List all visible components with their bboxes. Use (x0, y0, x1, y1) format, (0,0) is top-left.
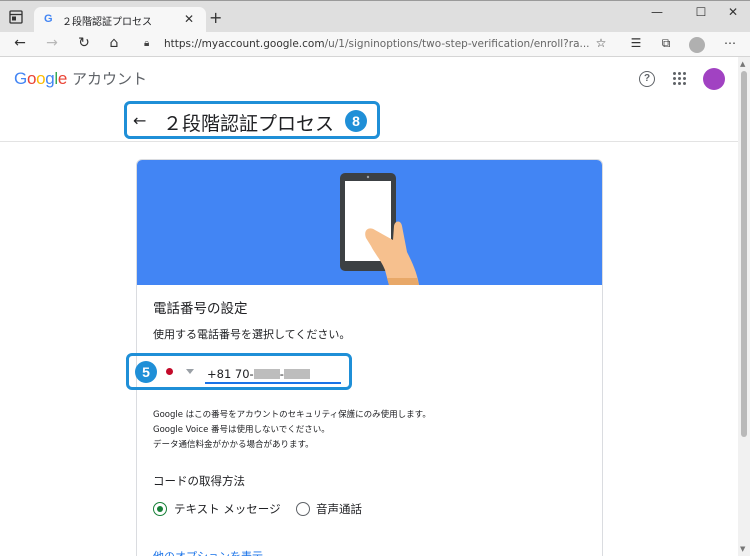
phone-notes: Google はこの番号をアカウントのセキュリティ保護にのみ使用します。 Goo… (153, 408, 431, 453)
more-icon[interactable]: ⋯ (721, 36, 739, 50)
page-content: Google アカウント ? ← ２段階認証プロセス 8 電話番号の設定 使用す… (0, 57, 738, 556)
masked-digits (253, 369, 280, 379)
hero-banner (137, 160, 602, 285)
favorites-add-icon[interactable]: ☆ (592, 36, 610, 50)
account-header: Google アカウント ? (0, 57, 738, 101)
home-icon[interactable]: ⌂ (105, 35, 123, 51)
title-bar: ← ２段階認証プロセス 8 (0, 101, 738, 142)
avatar[interactable] (703, 68, 725, 90)
scrollbar[interactable]: ▲ ▼ (738, 57, 750, 556)
phone-number-value[interactable]: +81 70- - (207, 367, 310, 381)
window-menu-icon[interactable] (9, 10, 23, 24)
note-line: データ通信料金がかかる場合があります。 (153, 440, 314, 450)
section-title: 電話番号の設定 (153, 301, 248, 317)
back-icon[interactable]: ← (11, 35, 29, 51)
forward-icon: → (46, 35, 58, 51)
instruction-text: 使用する電話番号を選択してください。 (153, 328, 351, 341)
scroll-thumb[interactable] (741, 71, 747, 437)
reload-icon[interactable]: ↻ (75, 35, 93, 51)
google-logo[interactable]: Google (14, 69, 67, 89)
step-badge-8: 8 (345, 110, 367, 132)
url-text[interactable]: https://myaccount.google.com/u/1/signino… (164, 38, 590, 50)
japan-flag-icon[interactable] (166, 368, 173, 375)
google-favicon-icon: G (44, 13, 53, 25)
minimize-icon[interactable]: — (647, 5, 667, 19)
apps-grid-icon[interactable] (673, 72, 687, 86)
tab-title: ２段階認証プロセス (62, 17, 152, 28)
code-method-title: コードの取得方法 (153, 474, 245, 488)
tab-strip: G ２段階認証プロセス ✕ + — ☐ ✕ (0, 0, 750, 34)
browser-tab[interactable]: G ２段階認証プロセス ✕ (34, 7, 206, 34)
step-badge-5: 5 (135, 361, 157, 383)
note-line: Google Voice 番号は使用しないでください。 (153, 425, 330, 435)
address-bar[interactable]: 🔒︎ https://myaccount.google.com/u/1/sign… (136, 34, 614, 55)
maximize-icon[interactable]: ☐ (691, 5, 711, 19)
favorites-icon[interactable]: ☰ (627, 36, 645, 50)
phone-in-hand-illustration (340, 173, 419, 285)
back-arrow-icon[interactable]: ← (133, 111, 146, 130)
radio-text-message[interactable] (153, 502, 167, 516)
radio-label-text-message[interactable]: テキスト メッセージ (174, 501, 281, 517)
more-options-link[interactable]: 他のオプションを表示 (153, 548, 263, 556)
radio-voice-call[interactable] (296, 502, 310, 516)
note-line: Google はこの番号をアカウントのセキュリティ保護にのみ使用します。 (153, 410, 431, 420)
address-toolbar: ← → ↻ ⌂ 🔒︎ https://myaccount.google.com/… (0, 32, 750, 57)
close-window-icon[interactable]: ✕ (723, 5, 743, 19)
scroll-down-icon[interactable]: ▼ (740, 545, 745, 553)
help-icon[interactable]: ? (639, 71, 655, 87)
new-tab-icon[interactable]: + (209, 8, 222, 27)
radio-label-voice-call[interactable]: 音声通話 (316, 501, 362, 517)
page-title: ２段階認証プロセス (163, 113, 335, 135)
scroll-up-icon[interactable]: ▲ (740, 60, 745, 68)
masked-digits (283, 369, 310, 379)
product-name: アカウント (72, 70, 148, 88)
lock-icon[interactable]: 🔒︎ (144, 38, 149, 49)
close-tab-icon[interactable]: ✕ (184, 12, 194, 26)
chevron-down-icon[interactable] (186, 369, 194, 374)
profile-icon[interactable] (689, 37, 705, 53)
collections-icon[interactable]: ⧉ (657, 36, 675, 51)
